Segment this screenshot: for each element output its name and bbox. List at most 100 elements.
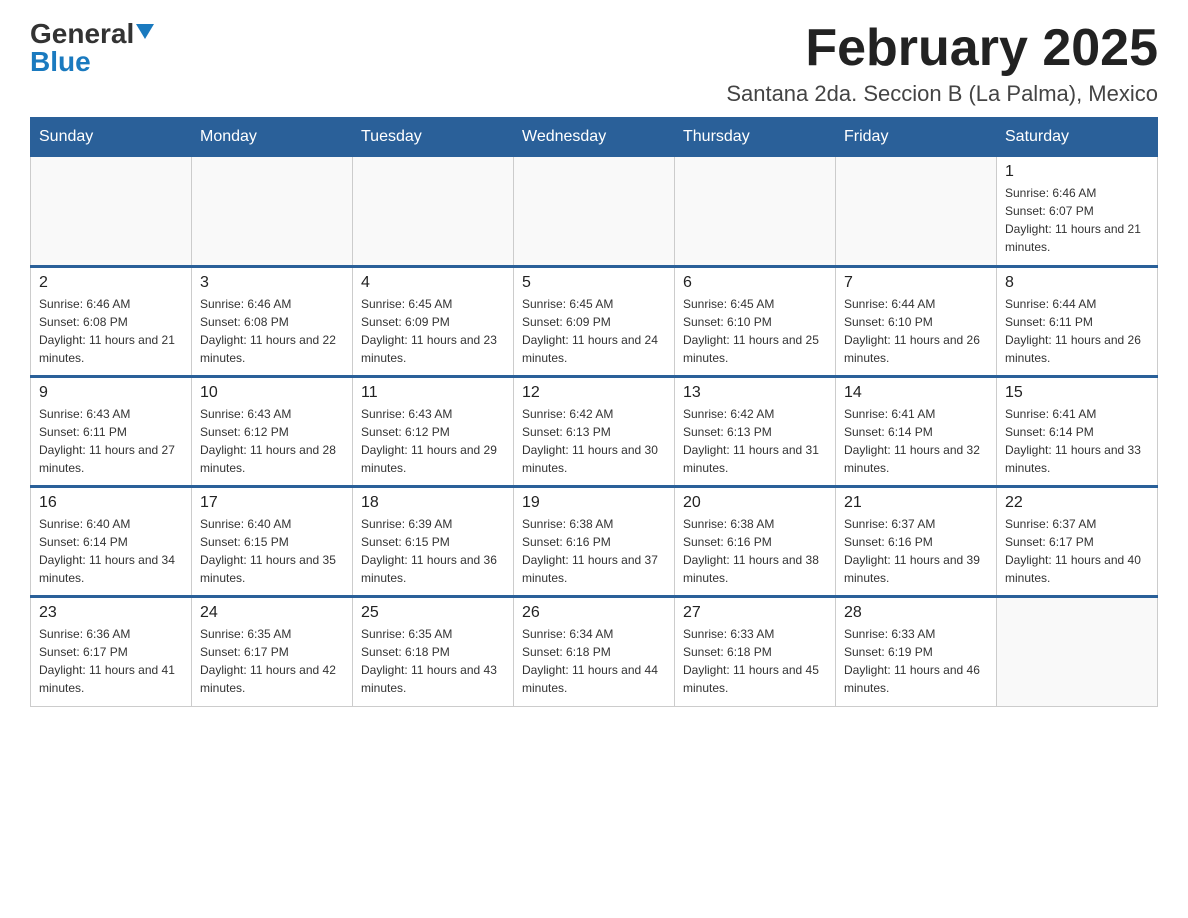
day-info: Sunrise: 6:35 AMSunset: 6:18 PMDaylight:…	[361, 625, 505, 697]
table-row: 3 Sunrise: 6:46 AMSunset: 6:08 PMDaylight…	[192, 267, 353, 377]
table-row	[836, 157, 997, 267]
table-row: 14 Sunrise: 6:41 AMSunset: 6:14 PMDayligh…	[836, 377, 997, 487]
day-info: Sunrise: 6:37 AMSunset: 6:16 PMDaylight:…	[844, 515, 988, 587]
header-sunday: Sunday	[31, 118, 192, 157]
table-row: 9 Sunrise: 6:43 AMSunset: 6:11 PMDaylight…	[31, 377, 192, 487]
table-row: 4Sunrise: 6:45 AMSunset: 6:09 PMDaylight…	[353, 267, 514, 377]
header-monday: Monday	[192, 118, 353, 157]
day-number: 19	[522, 494, 666, 512]
header-saturday: Saturday	[997, 118, 1158, 157]
day-number: 11	[361, 384, 505, 402]
day-info: Sunrise: 6:44 AMSunset: 6:11 PMDaylight:…	[1005, 295, 1149, 367]
day-info: Sunrise: 6:33 AMSunset: 6:19 PMDaylight:…	[844, 625, 988, 697]
table-row: 12 Sunrise: 6:42 AMSunset: 6:13 PMDayligh…	[514, 377, 675, 487]
table-row: 2 Sunrise: 6:46 AMSunset: 6:08 PMDaylight…	[31, 267, 192, 377]
table-row	[31, 157, 192, 267]
day-number: 20	[683, 494, 827, 512]
table-row: 23Sunrise: 6:36 AMSunset: 6:17 PMDayligh…	[31, 597, 192, 707]
day-number: 1	[1005, 163, 1149, 181]
day-info: Sunrise: 6:42 AMSunset: 6:13 PMDaylight:…	[683, 405, 827, 477]
page-header: General Blue February 2025 Santana 2da. …	[30, 20, 1158, 107]
day-info: Sunrise: 6:43 AMSunset: 6:12 PMDaylight:…	[200, 405, 344, 477]
table-row: 28Sunrise: 6:33 AMSunset: 6:19 PMDayligh…	[836, 597, 997, 707]
table-row: 20 Sunrise: 6:38 AMSunset: 6:16 PMDayligh…	[675, 487, 836, 597]
day-info: Sunrise: 6:41 AMSunset: 6:14 PMDaylight:…	[844, 405, 988, 477]
day-info: Sunrise: 6:35 AMSunset: 6:17 PMDaylight:…	[200, 625, 344, 697]
header-wednesday: Wednesday	[514, 118, 675, 157]
day-info: Sunrise: 6:37 AMSunset: 6:17 PMDaylight:…	[1005, 515, 1149, 587]
table-row: 15Sunrise: 6:41 AMSunset: 6:14 PMDayligh…	[997, 377, 1158, 487]
table-row: 21 Sunrise: 6:37 AMSunset: 6:16 PMDayligh…	[836, 487, 997, 597]
table-row	[997, 597, 1158, 707]
day-info: Sunrise: 6:43 AMSunset: 6:11 PMDaylight:…	[39, 405, 183, 477]
day-info: Sunrise: 6:39 AMSunset: 6:15 PMDaylight:…	[361, 515, 505, 587]
day-number: 13	[683, 384, 827, 402]
table-row: 25 Sunrise: 6:35 AMSunset: 6:18 PMDayligh…	[353, 597, 514, 707]
table-row: 22 Sunrise: 6:37 AMSunset: 6:17 PMDayligh…	[997, 487, 1158, 597]
calendar-row: 1 Sunrise: 6:46 AMSunset: 6:07 PMDaylight…	[31, 157, 1158, 267]
day-number: 17	[200, 494, 344, 512]
table-row: 11 Sunrise: 6:43 AMSunset: 6:12 PMDayligh…	[353, 377, 514, 487]
day-info: Sunrise: 6:38 AMSunset: 6:16 PMDaylight:…	[522, 515, 666, 587]
table-row	[514, 157, 675, 267]
table-row: 18 Sunrise: 6:39 AMSunset: 6:15 PMDayligh…	[353, 487, 514, 597]
day-number: 3	[200, 274, 344, 292]
table-row: 5Sunrise: 6:45 AMSunset: 6:09 PMDaylight…	[514, 267, 675, 377]
day-number: 24	[200, 604, 344, 622]
day-info: Sunrise: 6:43 AMSunset: 6:12 PMDaylight:…	[361, 405, 505, 477]
header-tuesday: Tuesday	[353, 118, 514, 157]
day-number: 4	[361, 274, 505, 292]
calendar-row: 2 Sunrise: 6:46 AMSunset: 6:08 PMDaylight…	[31, 267, 1158, 377]
header-thursday: Thursday	[675, 118, 836, 157]
day-info: Sunrise: 6:33 AMSunset: 6:18 PMDaylight:…	[683, 625, 827, 697]
day-number: 25	[361, 604, 505, 622]
day-number: 8	[1005, 274, 1149, 292]
day-number: 26	[522, 604, 666, 622]
table-row	[675, 157, 836, 267]
day-number: 22	[1005, 494, 1149, 512]
calendar-table: Sunday Monday Tuesday Wednesday Thursday…	[30, 117, 1158, 707]
table-row: 13 Sunrise: 6:42 AMSunset: 6:13 PMDayligh…	[675, 377, 836, 487]
day-info: Sunrise: 6:46 AMSunset: 6:07 PMDaylight:…	[1005, 184, 1149, 256]
table-row: 16 Sunrise: 6:40 AMSunset: 6:14 PMDayligh…	[31, 487, 192, 597]
table-row: 27 Sunrise: 6:33 AMSunset: 6:18 PMDayligh…	[675, 597, 836, 707]
day-number: 2	[39, 274, 183, 292]
day-number: 21	[844, 494, 988, 512]
calendar-row: 16 Sunrise: 6:40 AMSunset: 6:14 PMDayligh…	[31, 487, 1158, 597]
month-year-title: February 2025	[726, 20, 1158, 77]
title-section: February 2025 Santana 2da. Seccion B (La…	[726, 20, 1158, 107]
day-info: Sunrise: 6:34 AMSunset: 6:18 PMDaylight:…	[522, 625, 666, 697]
location-subtitle: Santana 2da. Seccion B (La Palma), Mexic…	[726, 81, 1158, 107]
day-number: 16	[39, 494, 183, 512]
day-info: Sunrise: 6:36 AMSunset: 6:17 PMDaylight:…	[39, 625, 183, 697]
day-number: 14	[844, 384, 988, 402]
day-info: Sunrise: 6:40 AMSunset: 6:14 PMDaylight:…	[39, 515, 183, 587]
logo-blue-text: Blue	[30, 46, 91, 77]
day-number: 27	[683, 604, 827, 622]
logo-arrow-icon	[136, 24, 154, 44]
table-row: 17 Sunrise: 6:40 AMSunset: 6:15 PMDayligh…	[192, 487, 353, 597]
day-number: 7	[844, 274, 988, 292]
day-info: Sunrise: 6:38 AMSunset: 6:16 PMDaylight:…	[683, 515, 827, 587]
day-info: Sunrise: 6:45 AMSunset: 6:09 PMDaylight:…	[522, 295, 666, 367]
day-info: Sunrise: 6:42 AMSunset: 6:13 PMDaylight:…	[522, 405, 666, 477]
day-info: Sunrise: 6:41 AMSunset: 6:14 PMDaylight:…	[1005, 405, 1149, 477]
day-info: Sunrise: 6:44 AMSunset: 6:10 PMDaylight:…	[844, 295, 988, 367]
day-info: Sunrise: 6:46 AMSunset: 6:08 PMDaylight:…	[200, 295, 344, 367]
day-number: 6	[683, 274, 827, 292]
day-number: 18	[361, 494, 505, 512]
day-info: Sunrise: 6:46 AMSunset: 6:08 PMDaylight:…	[39, 295, 183, 367]
calendar-row: 9 Sunrise: 6:43 AMSunset: 6:11 PMDaylight…	[31, 377, 1158, 487]
day-info: Sunrise: 6:40 AMSunset: 6:15 PMDaylight:…	[200, 515, 344, 587]
day-info: Sunrise: 6:45 AMSunset: 6:10 PMDaylight:…	[683, 295, 827, 367]
table-row: 26 Sunrise: 6:34 AMSunset: 6:18 PMDayligh…	[514, 597, 675, 707]
logo-general-text: General	[30, 20, 134, 48]
day-number: 9	[39, 384, 183, 402]
table-row: 19 Sunrise: 6:38 AMSunset: 6:16 PMDayligh…	[514, 487, 675, 597]
logo: General Blue	[30, 20, 154, 76]
table-row: 1 Sunrise: 6:46 AMSunset: 6:07 PMDaylight…	[997, 157, 1158, 267]
table-row	[192, 157, 353, 267]
header-friday: Friday	[836, 118, 997, 157]
day-number: 12	[522, 384, 666, 402]
calendar-row: 23Sunrise: 6:36 AMSunset: 6:17 PMDayligh…	[31, 597, 1158, 707]
